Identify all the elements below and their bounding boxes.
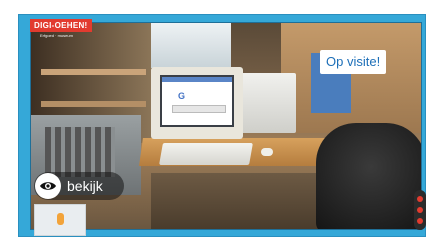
scene-office-chair [316, 123, 421, 229]
scene-computer-internals [45, 127, 115, 177]
scene-printer [241, 73, 296, 133]
nav-dot [417, 196, 423, 202]
location-tag[interactable]: Op visite! [320, 50, 387, 74]
nav-dot [417, 207, 423, 213]
scene-floor [151, 173, 321, 229]
scene-keyboard [159, 143, 253, 165]
navigation-control-icon[interactable] [414, 190, 426, 230]
scene-mouse [261, 148, 273, 156]
screen-browser-bar [162, 77, 232, 82]
view-button-label: bekijk [67, 178, 103, 194]
brand-subtitle: Erfgoed · museum [40, 33, 73, 38]
scene-window [151, 23, 231, 68]
brand-logo: DIGI-OEHEN! [30, 19, 92, 32]
screen-search-field [172, 105, 226, 113]
mini-map[interactable] [34, 204, 86, 236]
eye-icon [35, 173, 61, 199]
scene-shelf [41, 69, 146, 75]
scene-monitor-screen: G [160, 75, 234, 127]
screen-logo: G [178, 91, 186, 101]
nav-dot [417, 218, 423, 224]
scene-shelf [41, 101, 146, 107]
view-button[interactable]: bekijk [34, 172, 124, 200]
scene-boxes [281, 23, 421, 133]
location-pin-icon [57, 213, 64, 225]
